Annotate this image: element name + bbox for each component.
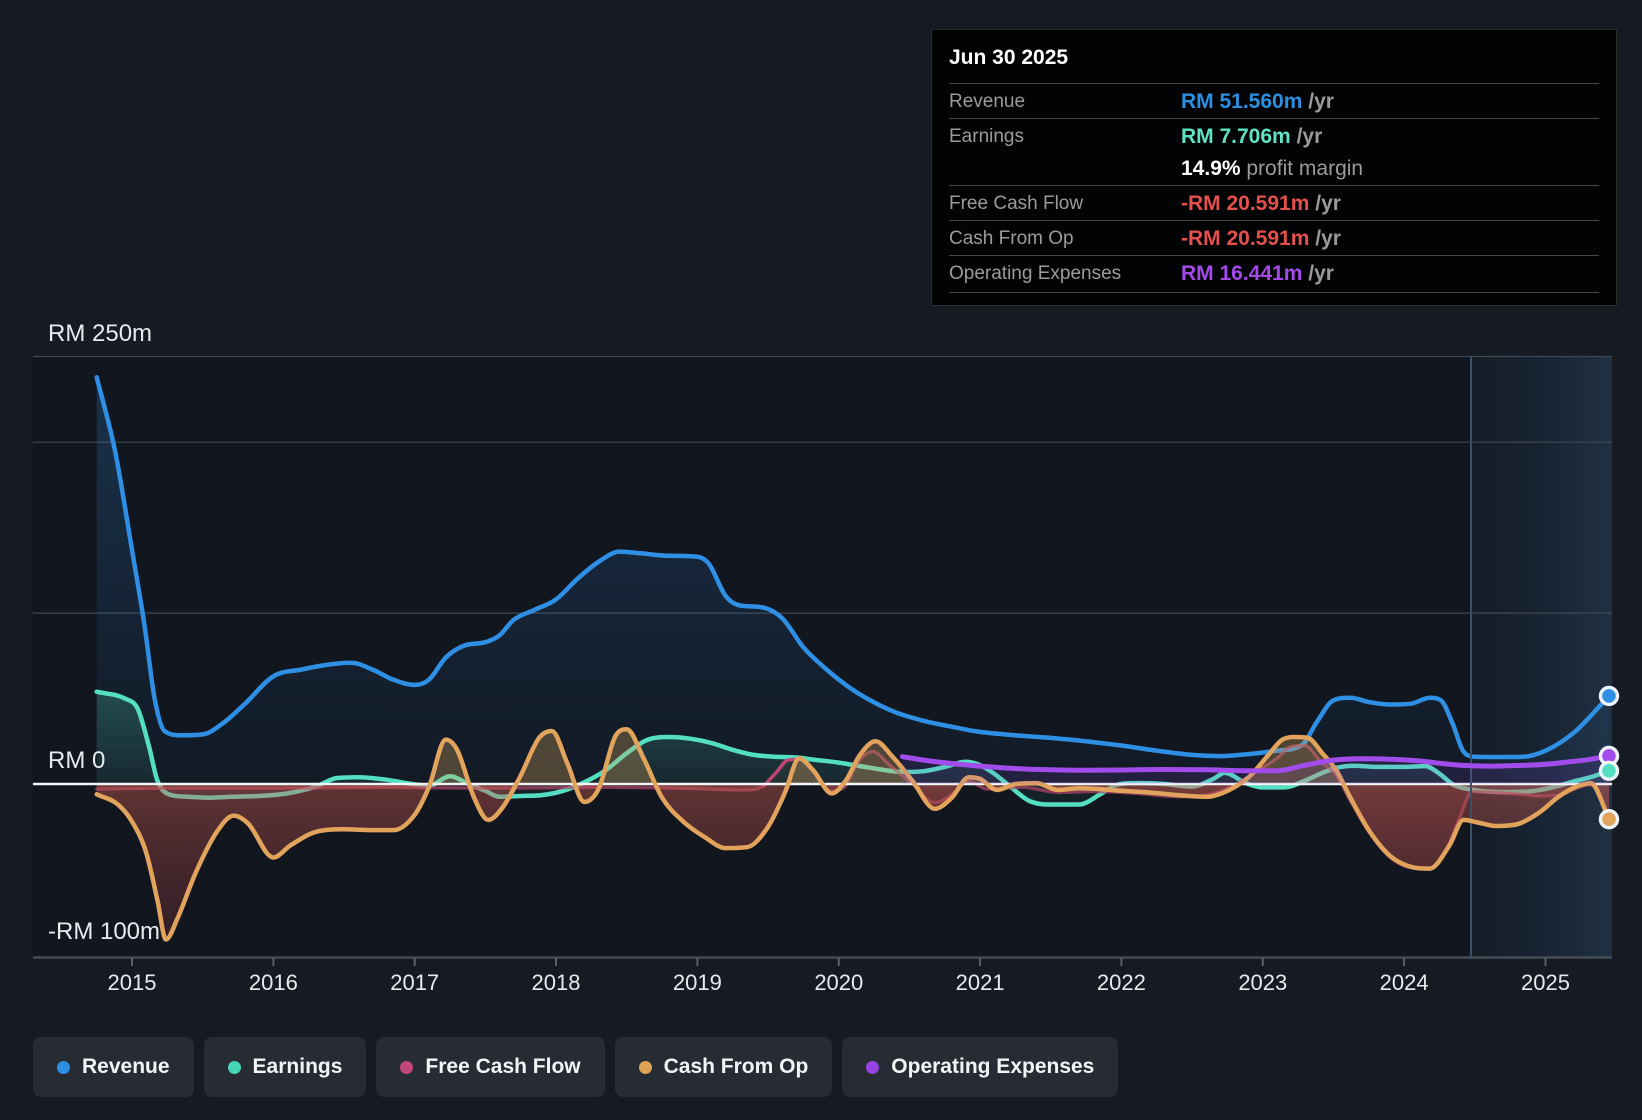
- svg-text:RM 250m: RM 250m: [48, 320, 152, 347]
- svg-text:2025: 2025: [1521, 970, 1570, 995]
- svg-text:2023: 2023: [1238, 970, 1287, 995]
- svg-text:2016: 2016: [249, 970, 298, 995]
- svg-text:2015: 2015: [108, 970, 157, 995]
- svg-text:2022: 2022: [1097, 970, 1146, 995]
- svg-text:2021: 2021: [956, 970, 1005, 995]
- svg-text:-RM 100m: -RM 100m: [48, 918, 160, 945]
- svg-text:2019: 2019: [673, 970, 722, 995]
- svg-text:2018: 2018: [532, 970, 581, 995]
- svg-text:2024: 2024: [1380, 970, 1429, 995]
- svg-text:RM 0: RM 0: [48, 747, 105, 774]
- svg-text:2020: 2020: [814, 970, 863, 995]
- svg-text:2017: 2017: [390, 970, 439, 995]
